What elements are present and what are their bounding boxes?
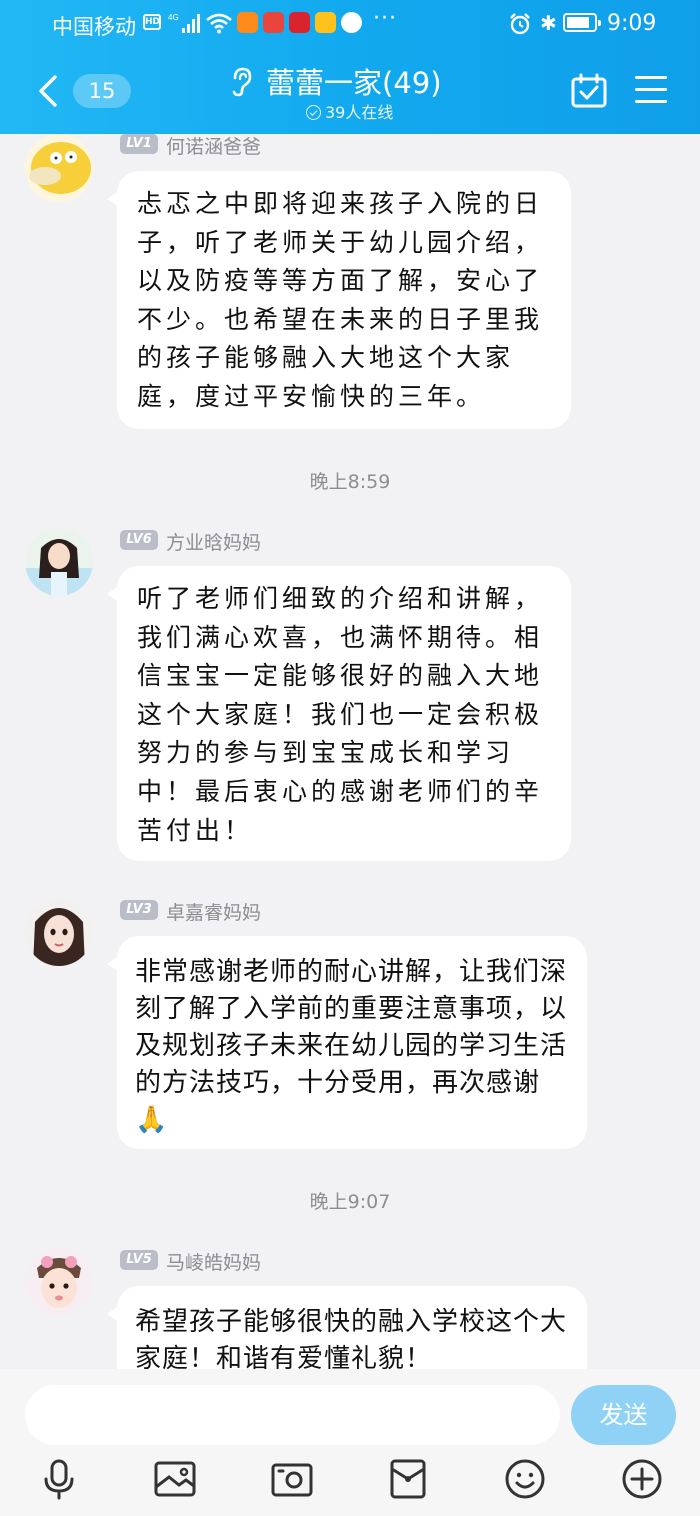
level-badge: LV3 [120,900,158,920]
timestamp: 晚上9:07 [309,1191,391,1213]
message-item: LV6 方业晗妈妈 听了老师们细致的介绍和讲解，我们满心欢喜，也满怀期待。相信宝… [0,528,700,868]
input-bar: 发送 [0,1369,700,1516]
input-toolbar [0,1457,700,1507]
message-bubble[interactable]: 听了老师们细致的介绍和讲解，我们满心欢喜，也满怀期待。相信宝宝一定能够很好的融入… [107,566,571,861]
battery-icon [563,13,601,32]
online-count: 39人在线 [306,99,393,123]
online-text: 39人在线 [325,103,394,122]
level-badge: LV6 [120,530,158,550]
menu-icon[interactable] [635,76,667,112]
sender-name[interactable]: 马崚皓妈妈 [166,1248,261,1275]
plus-icon[interactable] [620,1457,664,1501]
unread-count-badge[interactable]: 15 [73,74,131,108]
emoji-icon[interactable] [503,1457,547,1501]
message-item: LV3 卓嘉睿妈妈 非常感谢老师的耐心讲解，让我们深刻了解了入学前的重要注意事项… [0,898,700,1158]
ear-icon[interactable] [228,66,254,98]
group-title[interactable]: 蕾蕾一家(49) [266,60,442,102]
network-type: 4G [168,13,179,22]
status-bar: 中国移动 HD 4G ··· ✱ 9:09 [0,0,700,48]
sender-name[interactable]: 卓嘉睿妈妈 [166,898,261,925]
message-item: LV1 何诺涵爸爸 忐忑之中即将迎来孩子入院的日子，听了老师关于幼儿园介绍，以及… [0,134,700,434]
alarm-icon [510,13,530,35]
avatar[interactable] [25,134,93,202]
image-icon[interactable] [153,1457,197,1501]
calendar-check-icon[interactable] [570,73,608,109]
wifi-icon [206,13,232,34]
level-badge: LV1 [120,134,158,154]
notification-icons [237,12,362,33]
timestamp: 晚上8:59 [309,471,391,493]
avatar[interactable] [25,528,93,596]
avatar[interactable] [25,898,93,966]
news-app-icon [289,12,310,33]
bluetooth-icon: ✱ [540,11,557,35]
avatar[interactable] [25,1248,93,1316]
hd-icon: HD [143,14,161,30]
weather-app-icon [315,12,336,33]
message-bubble[interactable]: 非常感谢老师的耐心讲解，让我们深刻了解了入学前的重要注意事项，以及规划孩子未来在… [107,936,587,1149]
message-input[interactable] [25,1385,560,1445]
sender-name[interactable]: 何诺涵爸爸 [166,132,261,159]
reader-app-icon [263,12,284,33]
signal-icon: 4G [168,13,200,33]
message-item: LV5 马崚皓妈妈 希望孩子能够很快的融入学校这个大家庭！和谐有爱懂礼貌！ [0,1248,700,1369]
red-packet-icon[interactable] [386,1457,430,1501]
sender-name[interactable]: 方业晗妈妈 [166,528,261,555]
video-app-icon [237,12,258,33]
carrier-label: 中国移动 [52,15,136,39]
message-bubble[interactable]: 希望孩子能够很快的融入学校这个大家庭！和谐有爱懂礼貌！ [107,1286,587,1369]
browser-app-icon [341,12,362,33]
message-bubble[interactable]: 忐忑之中即将迎来孩子入院的日子，听了老师关于幼儿园介绍，以及防疫等等方面了解，安… [107,171,571,429]
more-notifications-icon: ··· [373,6,397,31]
status-time: 9:09 [607,11,657,36]
camera-icon[interactable] [270,1457,314,1501]
send-button[interactable]: 发送 [571,1385,676,1445]
top-bar: 中国移动 HD 4G ··· ✱ 9:09 15 蕾蕾一家(49) 39人在线 [0,0,700,134]
mic-icon[interactable] [37,1457,81,1501]
online-check-icon [306,105,321,120]
level-badge: LV5 [120,1250,158,1270]
back-arrow-icon[interactable] [35,74,61,108]
